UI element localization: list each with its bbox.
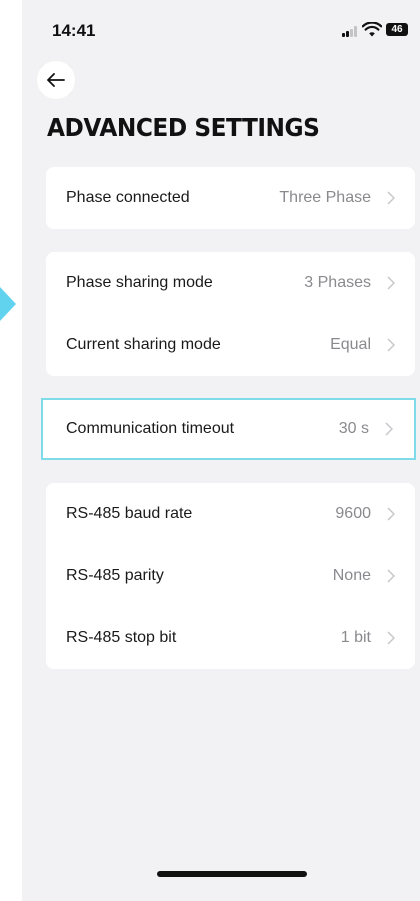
setting-label: Communication timeout: [66, 420, 235, 437]
chevron-right-icon: [387, 507, 395, 521]
wifi-icon: [362, 22, 382, 37]
setting-row-rs485-parity[interactable]: RS-485 parity None: [46, 545, 415, 607]
chevron-right-icon: [387, 276, 395, 290]
chevron-right-icon: [387, 631, 395, 645]
setting-label: Phase sharing mode: [66, 274, 213, 291]
page-title: ADVANCED SETTINGS: [47, 113, 320, 142]
setting-row-communication-timeout[interactable]: Communication timeout 30 s: [43, 400, 414, 458]
setting-label: RS-485 parity: [66, 567, 164, 584]
settings-card-sharing: Phase sharing mode 3 Phases Current shar…: [46, 252, 415, 376]
setting-value: Three Phase: [279, 189, 371, 206]
arrow-left-icon: [47, 73, 65, 87]
chevron-right-icon: [385, 422, 393, 436]
setting-label: Phase connected: [66, 189, 190, 206]
setting-value: 3 Phases: [304, 274, 371, 291]
home-indicator[interactable]: [157, 871, 307, 877]
chevron-right-icon: [387, 569, 395, 583]
back-button[interactable]: [37, 61, 75, 99]
battery-icon: 46: [386, 23, 408, 36]
setting-value: 1 bit: [340, 629, 371, 646]
status-bar: 14:41 46: [22, 0, 420, 58]
setting-row-phase-connected[interactable]: Phase connected Three Phase: [46, 167, 415, 229]
cellular-signal-icon: [342, 26, 358, 37]
phone-screen: 14:41 46 ADVANCED SETTINGS Phase connect…: [22, 0, 420, 901]
setting-row-current-sharing-mode[interactable]: Current sharing mode Equal: [46, 314, 415, 376]
settings-card-rs485: RS-485 baud rate 9600 RS-485 parity None…: [46, 483, 415, 669]
setting-value: 9600: [335, 505, 371, 522]
settings-card-communication: Communication timeout 30 s: [41, 398, 416, 460]
setting-value: None: [332, 567, 371, 584]
chevron-right-icon: [387, 338, 395, 352]
setting-value: 30 s: [338, 420, 369, 437]
setting-label: RS-485 baud rate: [66, 505, 193, 522]
settings-card-phase: Phase connected Three Phase: [46, 167, 415, 229]
status-time: 14:41: [52, 21, 96, 40]
setting-value: Equal: [330, 336, 371, 353]
setting-label: Current sharing mode: [66, 336, 221, 353]
setting-row-rs485-stop-bit[interactable]: RS-485 stop bit 1 bit: [46, 607, 415, 669]
setting-label: RS-485 stop bit: [66, 629, 177, 646]
setting-row-rs485-baud-rate[interactable]: RS-485 baud rate 9600: [46, 483, 415, 545]
highlight-pointer-arrow: [0, 287, 16, 321]
chevron-right-icon: [387, 191, 395, 205]
setting-row-phase-sharing-mode[interactable]: Phase sharing mode 3 Phases: [46, 252, 415, 314]
